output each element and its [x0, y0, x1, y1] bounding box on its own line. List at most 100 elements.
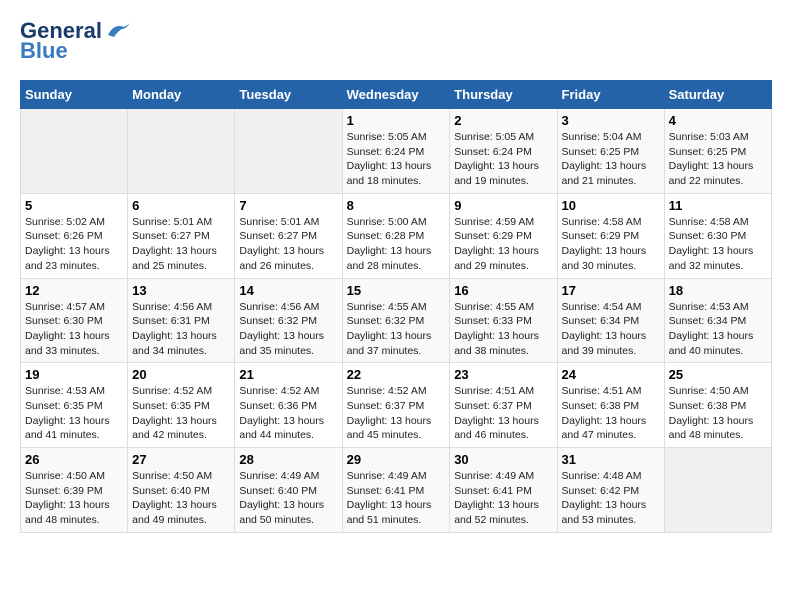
day-number: 20 [132, 367, 230, 382]
day-number: 27 [132, 452, 230, 467]
day-cell: 16 Sunrise: 4:55 AM Sunset: 6:33 PM Dayli… [450, 278, 557, 363]
day-number: 9 [454, 198, 552, 213]
days-header-row: SundayMondayTuesdayWednesdayThursdayFrid… [21, 81, 772, 109]
day-number: 12 [25, 283, 123, 298]
day-number: 30 [454, 452, 552, 467]
day-number: 25 [669, 367, 767, 382]
logo: General Blue [20, 20, 132, 64]
day-number: 13 [132, 283, 230, 298]
week-row-3: 12Sunrise: 4:57 AM Sunset: 6:30 PM Dayli… [21, 278, 772, 363]
day-number: 2 [454, 113, 552, 128]
header-thursday: Thursday [450, 81, 557, 109]
day-info: Sunrise: 4:53 AM Sunset: 6:35 PM Dayligh… [25, 384, 123, 443]
header-tuesday: Tuesday [235, 81, 342, 109]
day-info: Sunrise: 5:05 AM Sunset: 6:24 PM Dayligh… [347, 130, 446, 189]
day-number: 10 [562, 198, 660, 213]
day-info: Sunrise: 4:58 AM Sunset: 6:29 PM Dayligh… [562, 215, 660, 274]
day-cell: 27 Sunrise: 4:50 AM Sunset: 6:40 PM Dayli… [128, 448, 235, 533]
day-cell: 9 Sunrise: 4:59 AM Sunset: 6:29 PM Daylig… [450, 193, 557, 278]
day-number: 6 [132, 198, 230, 213]
day-info: Sunrise: 4:59 AM Sunset: 6:29 PM Dayligh… [454, 215, 552, 274]
day-info: Sunrise: 4:56 AM Sunset: 6:32 PM Dayligh… [239, 300, 337, 359]
calendar-table: SundayMondayTuesdayWednesdayThursdayFrid… [20, 80, 772, 533]
day-number: 31 [562, 452, 660, 467]
header-wednesday: Wednesday [342, 81, 450, 109]
day-cell: 4 Sunrise: 5:03 AM Sunset: 6:25 PM Daylig… [664, 109, 771, 194]
day-number: 5 [25, 198, 123, 213]
day-info: Sunrise: 5:01 AM Sunset: 6:27 PM Dayligh… [239, 215, 337, 274]
day-cell: 18 Sunrise: 4:53 AM Sunset: 6:34 PM Dayli… [664, 278, 771, 363]
day-number: 11 [669, 198, 767, 213]
day-cell: 31 Sunrise: 4:48 AM Sunset: 6:42 PM Dayli… [557, 448, 664, 533]
day-info: Sunrise: 4:49 AM Sunset: 6:41 PM Dayligh… [347, 469, 446, 528]
day-number: 21 [239, 367, 337, 382]
day-number: 26 [25, 452, 123, 467]
day-cell: 11Sunrise: 4:58 AM Sunset: 6:30 PM Dayli… [664, 193, 771, 278]
day-number: 23 [454, 367, 552, 382]
week-row-2: 5 Sunrise: 5:02 AM Sunset: 6:26 PM Daylig… [21, 193, 772, 278]
week-row-4: 19 Sunrise: 4:53 AM Sunset: 6:35 PM Dayli… [21, 363, 772, 448]
day-cell [21, 109, 128, 194]
day-number: 1 [347, 113, 446, 128]
day-number: 7 [239, 198, 337, 213]
day-info: Sunrise: 4:52 AM Sunset: 6:36 PM Dayligh… [239, 384, 337, 443]
day-info: Sunrise: 4:54 AM Sunset: 6:34 PM Dayligh… [562, 300, 660, 359]
day-info: Sunrise: 5:03 AM Sunset: 6:25 PM Dayligh… [669, 130, 767, 189]
logo-blue: Blue [20, 38, 68, 64]
week-row-5: 26 Sunrise: 4:50 AM Sunset: 6:39 PM Dayli… [21, 448, 772, 533]
day-number: 8 [347, 198, 446, 213]
day-info: Sunrise: 4:50 AM Sunset: 6:39 PM Dayligh… [25, 469, 123, 528]
day-cell: 7 Sunrise: 5:01 AM Sunset: 6:27 PM Daylig… [235, 193, 342, 278]
day-cell [664, 448, 771, 533]
day-cell: 29Sunrise: 4:49 AM Sunset: 6:41 PM Dayli… [342, 448, 450, 533]
day-info: Sunrise: 4:48 AM Sunset: 6:42 PM Dayligh… [562, 469, 660, 528]
day-number: 16 [454, 283, 552, 298]
day-cell: 21 Sunrise: 4:52 AM Sunset: 6:36 PM Dayli… [235, 363, 342, 448]
header-saturday: Saturday [664, 81, 771, 109]
day-cell [235, 109, 342, 194]
day-cell: 19 Sunrise: 4:53 AM Sunset: 6:35 PM Dayli… [21, 363, 128, 448]
day-number: 4 [669, 113, 767, 128]
day-info: Sunrise: 4:55 AM Sunset: 6:33 PM Dayligh… [454, 300, 552, 359]
day-number: 19 [25, 367, 123, 382]
day-cell: 14 Sunrise: 4:56 AM Sunset: 6:32 PM Dayli… [235, 278, 342, 363]
day-number: 14 [239, 283, 337, 298]
day-cell: 10 Sunrise: 4:58 AM Sunset: 6:29 PM Dayli… [557, 193, 664, 278]
day-info: Sunrise: 4:52 AM Sunset: 6:37 PM Dayligh… [347, 384, 446, 443]
day-cell: 3 Sunrise: 5:04 AM Sunset: 6:25 PM Daylig… [557, 109, 664, 194]
day-number: 18 [669, 283, 767, 298]
day-info: Sunrise: 5:02 AM Sunset: 6:26 PM Dayligh… [25, 215, 123, 274]
day-cell: 17 Sunrise: 4:54 AM Sunset: 6:34 PM Dayli… [557, 278, 664, 363]
day-cell: 22 Sunrise: 4:52 AM Sunset: 6:37 PM Dayli… [342, 363, 450, 448]
day-cell: 23Sunrise: 4:51 AM Sunset: 6:37 PM Dayli… [450, 363, 557, 448]
day-cell: 28Sunrise: 4:49 AM Sunset: 6:40 PM Dayli… [235, 448, 342, 533]
day-number: 22 [347, 367, 446, 382]
day-number: 17 [562, 283, 660, 298]
day-info: Sunrise: 4:55 AM Sunset: 6:32 PM Dayligh… [347, 300, 446, 359]
day-info: Sunrise: 5:01 AM Sunset: 6:27 PM Dayligh… [132, 215, 230, 274]
day-cell: 12Sunrise: 4:57 AM Sunset: 6:30 PM Dayli… [21, 278, 128, 363]
day-cell: 25Sunrise: 4:50 AM Sunset: 6:38 PM Dayli… [664, 363, 771, 448]
day-number: 24 [562, 367, 660, 382]
week-row-1: 1 Sunrise: 5:05 AM Sunset: 6:24 PM Daylig… [21, 109, 772, 194]
day-info: Sunrise: 4:51 AM Sunset: 6:38 PM Dayligh… [562, 384, 660, 443]
day-number: 15 [347, 283, 446, 298]
day-cell: 5 Sunrise: 5:02 AM Sunset: 6:26 PM Daylig… [21, 193, 128, 278]
day-info: Sunrise: 4:50 AM Sunset: 6:40 PM Dayligh… [132, 469, 230, 528]
day-cell: 1 Sunrise: 5:05 AM Sunset: 6:24 PM Daylig… [342, 109, 450, 194]
day-info: Sunrise: 5:00 AM Sunset: 6:28 PM Dayligh… [347, 215, 446, 274]
day-number: 3 [562, 113, 660, 128]
day-cell: 13 Sunrise: 4:56 AM Sunset: 6:31 PM Dayli… [128, 278, 235, 363]
header-friday: Friday [557, 81, 664, 109]
day-cell [128, 109, 235, 194]
logo-bird-icon [104, 21, 132, 41]
day-info: Sunrise: 4:56 AM Sunset: 6:31 PM Dayligh… [132, 300, 230, 359]
day-info: Sunrise: 4:52 AM Sunset: 6:35 PM Dayligh… [132, 384, 230, 443]
header-monday: Monday [128, 81, 235, 109]
day-number: 28 [239, 452, 337, 467]
day-cell: 2Sunrise: 5:05 AM Sunset: 6:24 PM Daylig… [450, 109, 557, 194]
page-header: General Blue [20, 20, 772, 64]
day-info: Sunrise: 5:04 AM Sunset: 6:25 PM Dayligh… [562, 130, 660, 189]
day-cell: 26 Sunrise: 4:50 AM Sunset: 6:39 PM Dayli… [21, 448, 128, 533]
day-info: Sunrise: 4:53 AM Sunset: 6:34 PM Dayligh… [669, 300, 767, 359]
